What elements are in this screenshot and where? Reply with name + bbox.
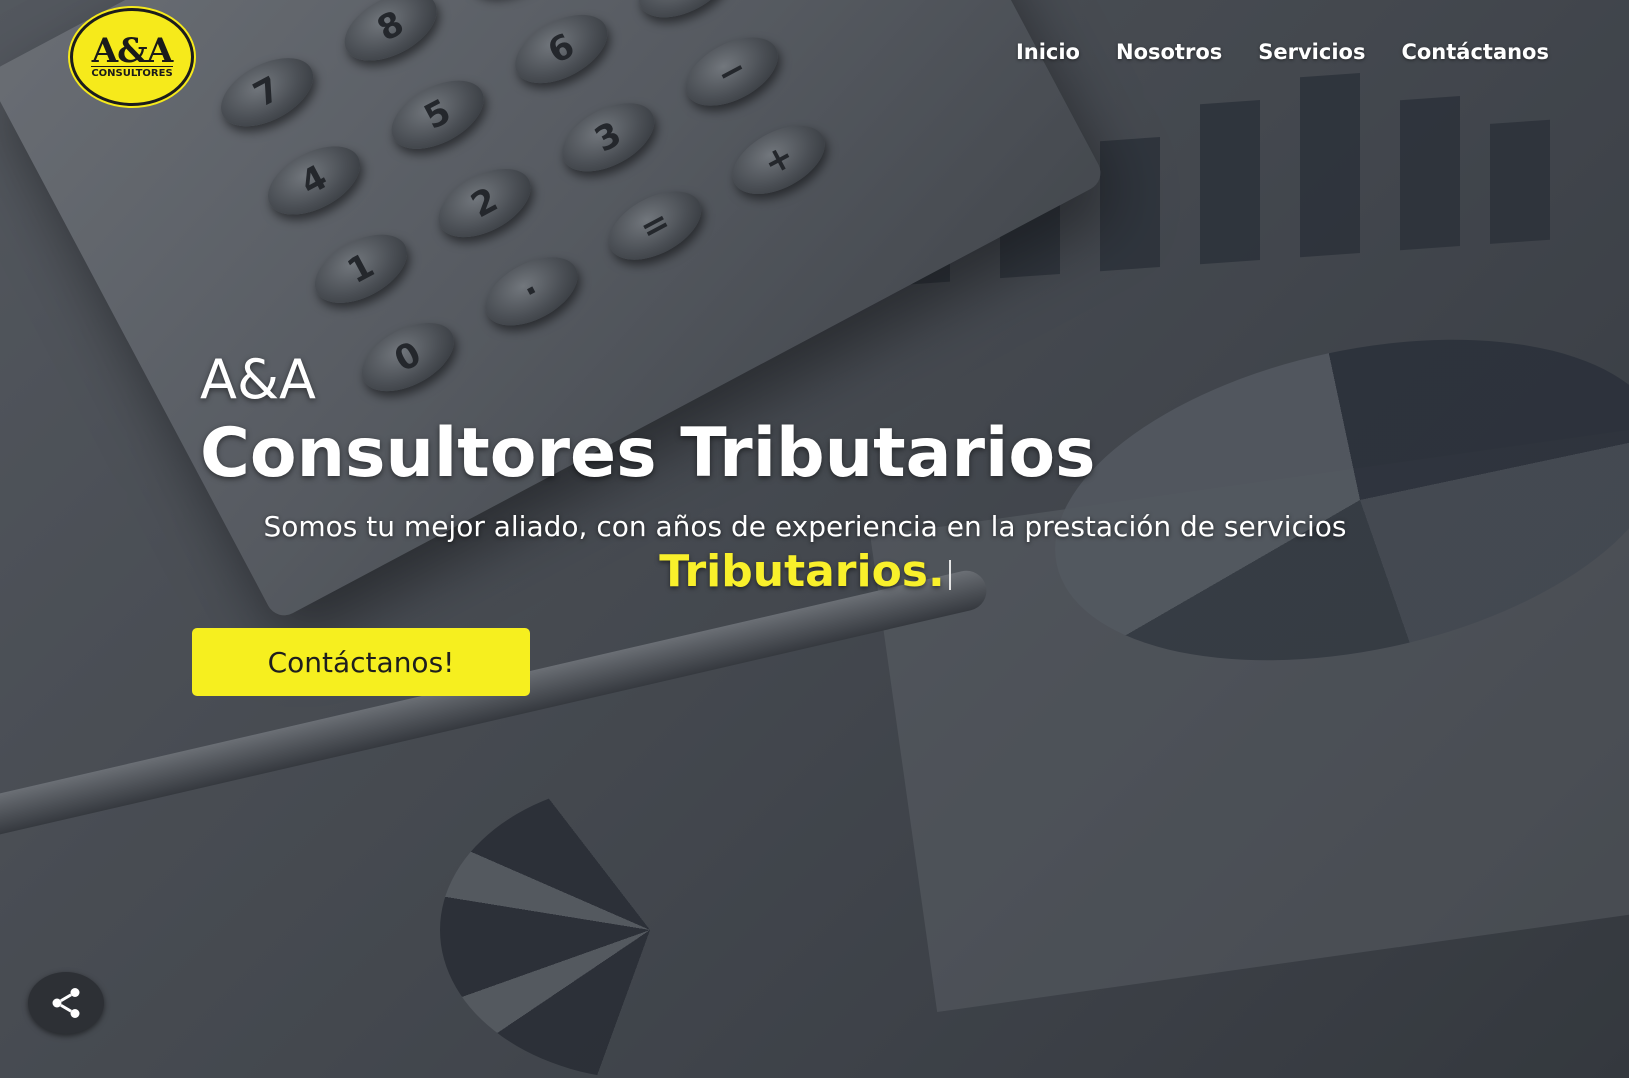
hero-section: 7 8 9 ÷ 4 5 6 × 1 2 3 − 0 · = + A&A CONS…: [0, 0, 1629, 1078]
hero-highlight-line: Tributarios.: [0, 546, 1610, 597]
nav-item-inicio[interactable]: Inicio: [1016, 40, 1080, 64]
nav-item-contactanos[interactable]: Contáctanos: [1401, 40, 1549, 64]
logo-text: A&A: [91, 30, 173, 71]
hero-kicker: A&A: [200, 348, 316, 411]
contact-cta-button[interactable]: Contáctanos!: [192, 628, 530, 696]
typing-cursor: [948, 560, 951, 590]
nav-item-servicios[interactable]: Servicios: [1258, 40, 1365, 64]
share-icon: [52, 988, 80, 1018]
hero-title: Consultores Tributarios: [200, 414, 1096, 493]
hero-highlight: Tributarios.: [659, 546, 945, 597]
main-nav: Inicio Nosotros Servicios Contáctanos: [1016, 40, 1549, 64]
hero-subtitle: Somos tu mejor aliado, con años de exper…: [263, 510, 1347, 543]
share-button[interactable]: [28, 972, 104, 1034]
nav-item-nosotros[interactable]: Nosotros: [1116, 40, 1222, 64]
brand-logo[interactable]: A&A CONSULTORES: [70, 8, 194, 106]
logo-subtext: CONSULTORES: [91, 65, 173, 79]
